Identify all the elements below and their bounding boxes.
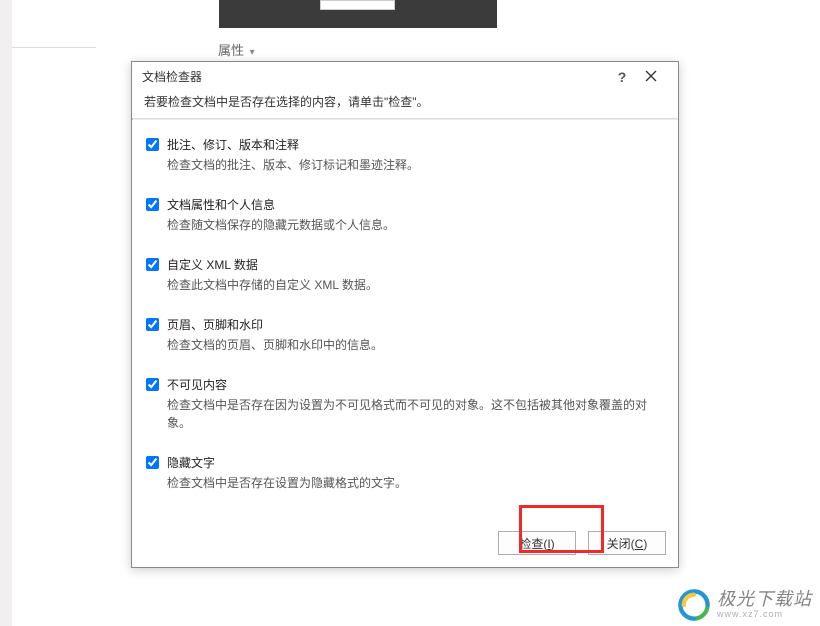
watermark-text: 极光下载站 xyxy=(717,590,812,610)
properties-text: 属性 xyxy=(218,43,244,58)
checkbox-docprops[interactable] xyxy=(146,198,159,211)
logo-icon xyxy=(677,588,711,622)
checkbox-xml[interactable] xyxy=(146,258,159,271)
close-button[interactable]: 关闭(C) xyxy=(588,531,666,555)
document-inspector-dialog: 文档检查器 ? 若要检查文档中是否存在选择的内容，请单击"检查"。 批注、修订、… xyxy=(131,61,679,568)
checkbox-invisible[interactable] xyxy=(146,378,159,391)
bg-sidebar xyxy=(0,0,12,626)
item-title: 自定义 XML 数据 xyxy=(167,256,664,273)
inspect-button[interactable]: 检查(I) xyxy=(498,531,576,555)
dialog-title: 文档检查器 xyxy=(142,68,610,85)
close-tail: ) xyxy=(643,537,647,551)
item-docprops: 文档属性和个人信息 检查随文档保存的隐藏元数据或个人信息。 xyxy=(146,190,664,244)
item-xml: 自定义 XML 数据 检查此文档中存储的自定义 XML 数据。 xyxy=(146,250,664,304)
dialog-titlebar: 文档检查器 ? xyxy=(132,62,678,89)
item-desc: 检查文档中是否存在因为设置为不可见格式而不可见的对象。这不包括被其他对象覆盖的对… xyxy=(167,396,664,432)
close-icon[interactable] xyxy=(634,69,668,85)
item-title: 不可见内容 xyxy=(167,376,664,393)
item-title: 文档属性和个人信息 xyxy=(167,196,664,213)
bg-thumb-page xyxy=(320,0,395,10)
inspect-tail: ) xyxy=(551,537,555,551)
item-desc: 检查文档中是否存在设置为隐藏格式的文字。 xyxy=(167,474,664,492)
properties-label[interactable]: 属性 ▾ xyxy=(218,40,255,59)
dropdown-icon: ▾ xyxy=(250,47,255,58)
inspection-items: 批注、修订、版本和注释 检查文档的批注、版本、修订标记和墨迹注释。 文档属性和个… xyxy=(132,120,678,521)
item-title: 页眉、页脚和水印 xyxy=(167,316,664,333)
close-label: 关闭( xyxy=(607,537,635,551)
bg-panel xyxy=(12,0,97,48)
item-desc: 检查文档的批注、版本、修订标记和墨迹注释。 xyxy=(167,156,664,174)
instruction-text: 若要检查文档中是否存在选择的内容，请单击"检查"。 xyxy=(132,89,678,118)
inspect-label: 检查( xyxy=(519,537,547,551)
item-hiddentext: 隐藏文字 检查文档中是否存在设置为隐藏格式的文字。 xyxy=(146,448,664,502)
checkbox-headers[interactable] xyxy=(146,318,159,331)
watermark-sub: www.xz7.com xyxy=(717,610,812,620)
dialog-footer: 检查(I) 关闭(C) xyxy=(132,521,678,567)
item-desc: 检查文档的页眉、页脚和水印中的信息。 xyxy=(167,336,664,354)
watermark: 极光下载站 www.xz7.com xyxy=(677,588,812,622)
checkbox-hiddentext[interactable] xyxy=(146,456,159,469)
item-invisible: 不可见内容 检查文档中是否存在因为设置为不可见格式而不可见的对象。这不包括被其他… xyxy=(146,370,664,442)
help-button[interactable]: ? xyxy=(610,69,634,85)
item-comments: 批注、修订、版本和注释 检查文档的批注、版本、修订标记和墨迹注释。 xyxy=(146,130,664,184)
item-headers: 页眉、页脚和水印 检查文档的页眉、页脚和水印中的信息。 xyxy=(146,310,664,364)
item-title: 批注、修订、版本和注释 xyxy=(167,136,664,153)
item-desc: 检查此文档中存储的自定义 XML 数据。 xyxy=(167,276,664,294)
checkbox-comments[interactable] xyxy=(146,138,159,151)
item-desc: 检查随文档保存的隐藏元数据或个人信息。 xyxy=(167,216,664,234)
item-title: 隐藏文字 xyxy=(167,454,664,471)
